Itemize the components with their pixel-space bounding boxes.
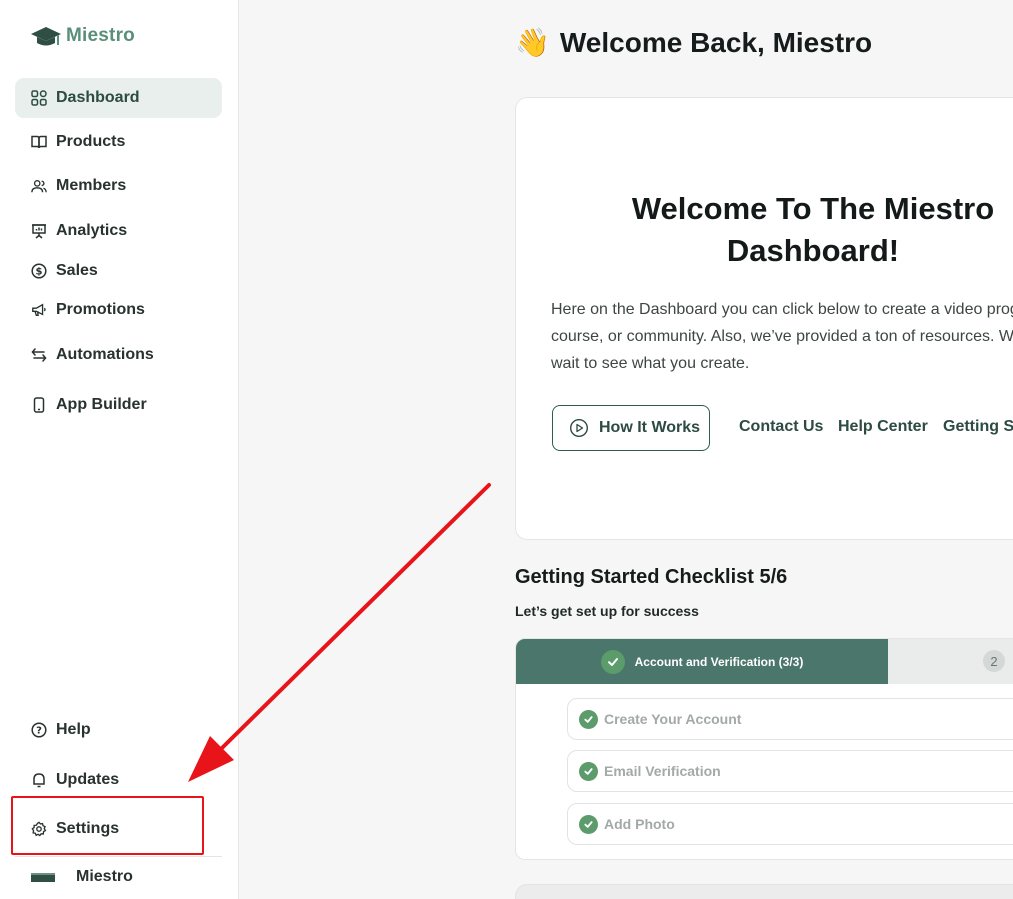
sidebar-item-updates[interactable]: Updates xyxy=(15,760,222,800)
question-circle-icon: ? xyxy=(31,722,47,738)
sidebar-item-label: Automations xyxy=(56,346,154,363)
grid-icon xyxy=(31,90,47,106)
megaphone-icon xyxy=(31,302,47,318)
account-thumbnail xyxy=(31,872,55,882)
checklist-title: Getting Started Checklist 5/6 xyxy=(515,566,788,588)
task-create-account[interactable]: Create Your Account xyxy=(567,698,1013,740)
welcome-card-title: Welcome To The Miestro Dashboard! xyxy=(631,191,995,268)
sidebar-item-members[interactable]: Members xyxy=(15,166,222,206)
check-circle-icon xyxy=(600,649,625,674)
step-tab-label: Account and Verification (3/3) xyxy=(634,654,804,669)
task-add-photo[interactable]: Add Photo xyxy=(567,803,1013,845)
checklist-card: Account and Verification (3/3) 2 Create … xyxy=(515,638,1013,860)
sidebar-item-label: Members xyxy=(56,177,127,194)
check-circle-icon xyxy=(579,814,598,834)
task-email-verification[interactable]: Email Verification xyxy=(567,750,1013,792)
page-header: 👋 Welcome Back, Miestro xyxy=(515,27,872,59)
sidebar-item-promotions[interactable]: Promotions xyxy=(15,290,222,330)
step-number-badge: 2 xyxy=(983,650,1005,672)
sidebar-item-label: Help xyxy=(56,721,91,738)
sidebar-item-analytics[interactable]: Analytics xyxy=(15,211,222,251)
sidebar-item-label: Sales xyxy=(56,262,98,279)
sidebar-item-label: Analytics xyxy=(56,222,128,239)
check-circle-icon xyxy=(579,761,598,781)
next-card-peek xyxy=(515,884,1013,899)
svg-text:$: $ xyxy=(36,267,43,278)
smartphone-icon xyxy=(31,397,47,413)
step-tab-account-verification[interactable]: Account and Verification (3/3) xyxy=(516,639,888,684)
sidebar-item-label: Products xyxy=(56,133,126,150)
contact-us-link[interactable]: Contact Us xyxy=(739,418,823,436)
check-circle-icon xyxy=(579,709,598,729)
sidebar-item-products[interactable]: Products xyxy=(15,122,222,162)
sidebar-item-label: Updates xyxy=(56,771,120,788)
sidebar-item-dashboard[interactable]: Dashboard xyxy=(15,78,222,118)
task-label: Email Verification xyxy=(604,763,721,779)
sidebar: Miestro Dashboard Products Members Analy… xyxy=(0,0,239,899)
how-it-works-label: How It Works xyxy=(599,419,701,436)
account-switcher[interactable]: Miestro xyxy=(15,857,222,897)
presentation-chart-icon xyxy=(31,223,47,239)
book-open-icon xyxy=(31,134,47,150)
sidebar-item-label: App Builder xyxy=(56,396,147,413)
sidebar-item-help[interactable]: ? Help xyxy=(15,710,222,750)
how-it-works-button[interactable]: How It Works xyxy=(552,405,710,451)
svg-text:?: ? xyxy=(36,726,42,737)
play-circle-icon xyxy=(569,418,589,438)
bell-icon xyxy=(31,772,47,788)
welcome-card-body: Here on the Dashboard you can click belo… xyxy=(551,301,1013,372)
welcome-card: Welcome To The Miestro Dashboard! Here o… xyxy=(515,97,1013,540)
task-label: Add Photo xyxy=(604,816,675,832)
checklist-subtitle: Let’s get set up for success xyxy=(515,603,699,619)
account-name: Miestro xyxy=(76,868,133,885)
sidebar-item-label: Promotions xyxy=(56,301,145,318)
brand-logo[interactable]: Miestro xyxy=(30,24,135,48)
sidebar-item-app-builder[interactable]: App Builder xyxy=(15,385,222,425)
step-tab-2[interactable]: 2 xyxy=(888,639,1013,684)
page-title: Welcome Back, Miestro xyxy=(559,27,873,58)
help-center-link[interactable]: Help Center xyxy=(838,418,928,436)
sidebar-item-label: Dashboard xyxy=(56,89,140,106)
dollar-circle-icon: $ xyxy=(31,263,47,279)
brand-name: Miestro xyxy=(66,25,135,46)
sidebar-item-sales[interactable]: $ Sales xyxy=(15,251,222,291)
task-label: Create Your Account xyxy=(604,711,742,727)
swap-arrows-icon xyxy=(31,347,47,363)
users-icon xyxy=(31,178,47,194)
settings-highlight-box xyxy=(11,796,204,855)
getting-started-link[interactable]: Getting Started xyxy=(943,418,1013,436)
graduation-cap-icon xyxy=(31,27,61,46)
waving-hand-icon: 👋 xyxy=(515,27,550,58)
sidebar-item-automations[interactable]: Automations xyxy=(15,335,222,375)
